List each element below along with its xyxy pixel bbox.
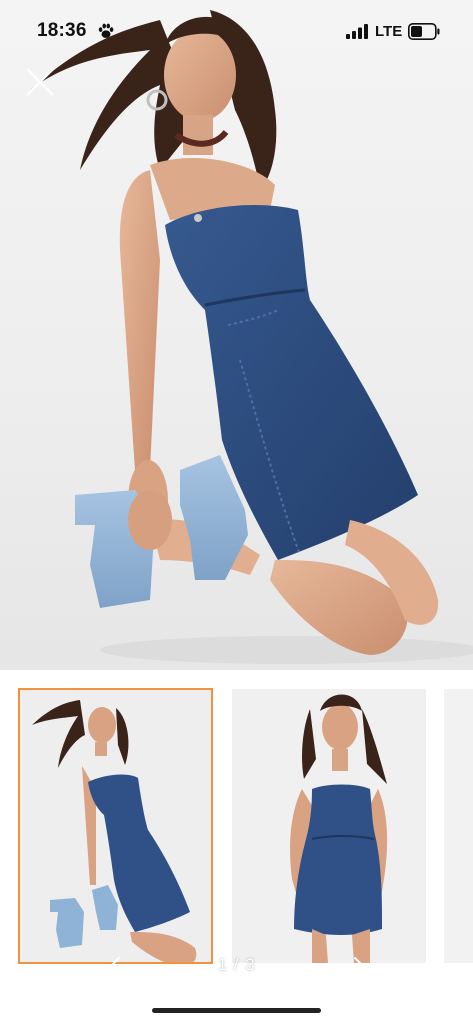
battery-icon xyxy=(408,23,440,40)
close-icon[interactable] xyxy=(20,62,60,102)
page-indicator: 1 / 3 xyxy=(217,955,256,974)
thumbnail-2-image xyxy=(232,689,426,963)
signal-icon xyxy=(346,24,368,39)
chevron-right-icon[interactable] xyxy=(348,955,370,977)
status-bar: 18:36 LTE xyxy=(0,0,473,62)
home-indicator[interactable] xyxy=(152,1008,321,1013)
thumbnail-3[interactable] xyxy=(444,689,473,963)
thumbnail-3-image xyxy=(444,689,473,963)
main-photo-illustration xyxy=(30,10,473,664)
main-product-photo[interactable] xyxy=(0,0,473,670)
thumbnail-1-image xyxy=(20,690,211,962)
thumbnail-2[interactable] xyxy=(232,689,426,963)
paw-icon xyxy=(98,23,114,38)
thumbnail-1-selected[interactable] xyxy=(18,688,213,964)
status-time: 18:36 xyxy=(37,20,87,41)
network-type-label: LTE xyxy=(375,23,403,40)
thumbnail-strip xyxy=(0,670,473,1000)
